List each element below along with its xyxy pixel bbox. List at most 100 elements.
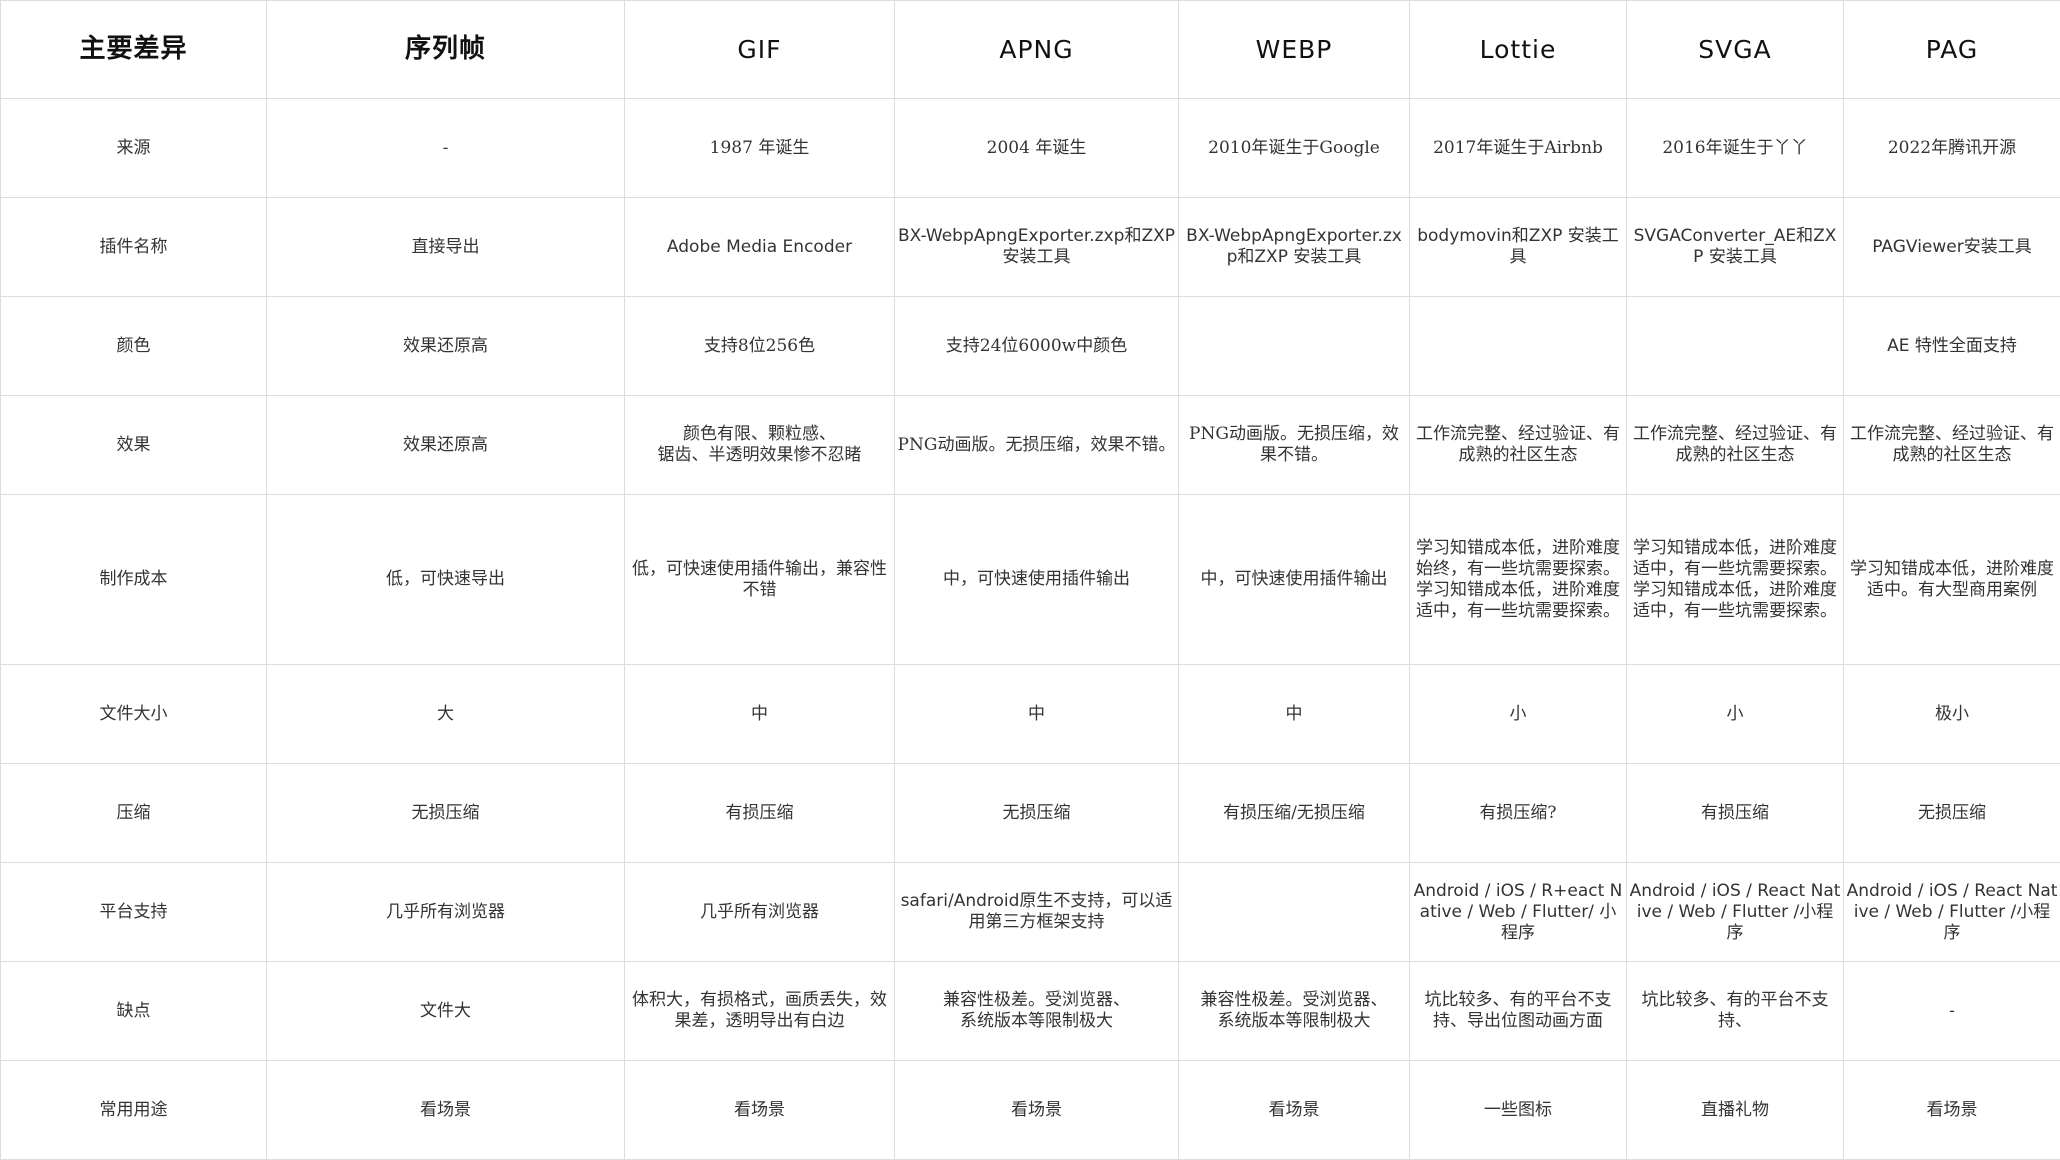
table-cell: 学习知错成本低，进阶难度始终，有一些坑需要探索。学习知错成本低，进阶难度适中，有…: [1410, 495, 1627, 665]
table-cell: 看场景: [1179, 1061, 1410, 1160]
table-cell: 中: [895, 665, 1179, 764]
table-cell: [1410, 297, 1627, 396]
table-cell: -: [267, 99, 625, 198]
table-cell: 2022年腾讯开源: [1844, 99, 2060, 198]
row-label: 文件大小: [1, 665, 267, 764]
table-cell: 小: [1410, 665, 1627, 764]
table-cell: 中: [625, 665, 895, 764]
table-cell: 看场景: [1844, 1061, 2060, 1160]
table-cell: Adobe Media Encoder: [625, 198, 895, 297]
table-cell: 工作流完整、经过验证、有成熟的社区生态: [1410, 396, 1627, 495]
table-cell: [1627, 297, 1844, 396]
table-cell: 坑比较多、有的平台不支持、: [1627, 962, 1844, 1061]
table-cell: Android / iOS / React Native / Web / Flu…: [1844, 863, 2060, 962]
table-cell: 工作流完整、经过验证、有成熟的社区生态: [1844, 396, 2060, 495]
table-cell: [1179, 863, 1410, 962]
table-cell: 大: [267, 665, 625, 764]
row-label: 来源: [1, 99, 267, 198]
table-cell: 2010年诞生于Google: [1179, 99, 1410, 198]
table-row: 制作成本 低，可快速导出 低，可快速使用插件输出，兼容性不错 中，可快速使用插件…: [1, 495, 2060, 665]
comparison-table: 主要差异 序列帧 GIF APNG WEBP Lottie SVGA PAG 来…: [0, 0, 2060, 1160]
table-cell: 兼容性极差。受浏览器、 系统版本等限制极大: [1179, 962, 1410, 1061]
table-cell: 有损压缩: [625, 764, 895, 863]
table-cell: 有损压缩: [1627, 764, 1844, 863]
header-row: 主要差异 序列帧 GIF APNG WEBP Lottie SVGA PAG: [1, 1, 2060, 99]
header-svga: SVGA: [1627, 1, 1844, 99]
table-cell: [1179, 297, 1410, 396]
table-cell: 低，可快速使用插件输出，兼容性不错: [625, 495, 895, 665]
table-cell: AE 特性全面支持: [1844, 297, 2060, 396]
header-webp: WEBP: [1179, 1, 1410, 99]
table-row: 压缩 无损压缩 有损压缩 无损压缩 有损压缩/无损压缩 有损压缩? 有损压缩 无…: [1, 764, 2060, 863]
header-lottie: Lottie: [1410, 1, 1627, 99]
table-cell: 无损压缩: [267, 764, 625, 863]
table-row: 平台支持 几乎所有浏览器 几乎所有浏览器 safari/Android原生不支持…: [1, 863, 2060, 962]
table-row: 文件大小 大 中 中 中 小 小 极小: [1, 665, 2060, 764]
row-label: 颜色: [1, 297, 267, 396]
table-cell: -: [1844, 962, 2060, 1061]
table-cell: 2004 年诞生: [895, 99, 1179, 198]
row-label: 平台支持: [1, 863, 267, 962]
table-cell: 支持24位6000w中颜色: [895, 297, 1179, 396]
table-cell: 颜色有限、颗粒感、 锯齿、半透明效果惨不忍睹: [625, 396, 895, 495]
table-cell: BX-WebpApngExporter.zxp和ZXP 安装工具: [895, 198, 1179, 297]
table-cell: PNG动画版。无损压缩，效果不错。: [1179, 396, 1410, 495]
table-cell: 中，可快速使用插件输出: [1179, 495, 1410, 665]
table-cell: 学习知错成本低，进阶难度适中。有大型商用案例: [1844, 495, 2060, 665]
row-label: 压缩: [1, 764, 267, 863]
table-cell: 几乎所有浏览器: [625, 863, 895, 962]
table-cell: 体积大，有损格式，画质丢失，效果差，透明导出有白边: [625, 962, 895, 1061]
table-cell: 2017年诞生于Airbnb: [1410, 99, 1627, 198]
table-cell: 小: [1627, 665, 1844, 764]
table-cell: 看场景: [895, 1061, 1179, 1160]
table-cell: 效果还原高: [267, 297, 625, 396]
table-cell: 极小: [1844, 665, 2060, 764]
table-cell: 学习知错成本低，进阶难度适中，有一些坑需要探索。学习知错成本低，进阶难度适中，有…: [1627, 495, 1844, 665]
table-row: 效果 效果还原高 颜色有限、颗粒感、 锯齿、半透明效果惨不忍睹 PNG动画版。无…: [1, 396, 2060, 495]
table-row: 缺点 文件大 体积大，有损格式，画质丢失，效果差，透明导出有白边 兼容性极差。受…: [1, 962, 2060, 1061]
header-gif: GIF: [625, 1, 895, 99]
row-label: 常用用途: [1, 1061, 267, 1160]
table-row: 插件名称 直接导出 Adobe Media Encoder BX-WebpApn…: [1, 198, 2060, 297]
header-pag: PAG: [1844, 1, 2060, 99]
table-cell: 中: [1179, 665, 1410, 764]
table-cell: 直播礼物: [1627, 1061, 1844, 1160]
table-cell: 支持8位256色: [625, 297, 895, 396]
table-cell: 看场景: [625, 1061, 895, 1160]
header-main-difference: 主要差异: [1, 1, 267, 99]
header-frame-sequence: 序列帧: [267, 1, 625, 99]
table-cell: 看场景: [267, 1061, 625, 1160]
table-cell: 2016年诞生于丫丫: [1627, 99, 1844, 198]
table-cell: 文件大: [267, 962, 625, 1061]
table-cell: 中，可快速使用插件输出: [895, 495, 1179, 665]
header-apng: APNG: [895, 1, 1179, 99]
table-cell: PNG动画版。无损压缩，效果不错。: [895, 396, 1179, 495]
table-cell: bodymovin和ZXP 安装工具: [1410, 198, 1627, 297]
table-cell: 兼容性极差。受浏览器、 系统版本等限制极大: [895, 962, 1179, 1061]
table-cell: 坑比较多、有的平台不支持、导出位图动画方面: [1410, 962, 1627, 1061]
table-cell: Android / iOS / React Native / Web / Flu…: [1627, 863, 1844, 962]
table-cell: 低，可快速导出: [267, 495, 625, 665]
table-cell: 有损压缩?: [1410, 764, 1627, 863]
table-cell: 一些图标: [1410, 1061, 1627, 1160]
table-cell: 几乎所有浏览器: [267, 863, 625, 962]
row-label: 缺点: [1, 962, 267, 1061]
table-cell: safari/Android原生不支持，可以适用第三方框架支持: [895, 863, 1179, 962]
table-cell: SVGAConverter_AE和ZXP 安装工具: [1627, 198, 1844, 297]
row-label: 效果: [1, 396, 267, 495]
table-cell: 1987 年诞生: [625, 99, 895, 198]
table-cell: 有损压缩/无损压缩: [1179, 764, 1410, 863]
table-cell: 工作流完整、经过验证、有成熟的社区生态: [1627, 396, 1844, 495]
row-label: 制作成本: [1, 495, 267, 665]
table-row: 来源 - 1987 年诞生 2004 年诞生 2010年诞生于Google 20…: [1, 99, 2060, 198]
table-cell: 无损压缩: [1844, 764, 2060, 863]
table-cell: BX-WebpApngExporter.zxp和ZXP 安装工具: [1179, 198, 1410, 297]
table-cell: 无损压缩: [895, 764, 1179, 863]
row-label: 插件名称: [1, 198, 267, 297]
table-cell: 直接导出: [267, 198, 625, 297]
table-row: 常用用途 看场景 看场景 看场景 看场景 一些图标 直播礼物 看场景: [1, 1061, 2060, 1160]
table-row: 颜色 效果还原高 支持8位256色 支持24位6000w中颜色 AE 特性全面支…: [1, 297, 2060, 396]
table-cell: PAGViewer安装工具: [1844, 198, 2060, 297]
table-cell: Android / iOS / R+eact Native / Web / Fl…: [1410, 863, 1627, 962]
table-cell: 效果还原高: [267, 396, 625, 495]
